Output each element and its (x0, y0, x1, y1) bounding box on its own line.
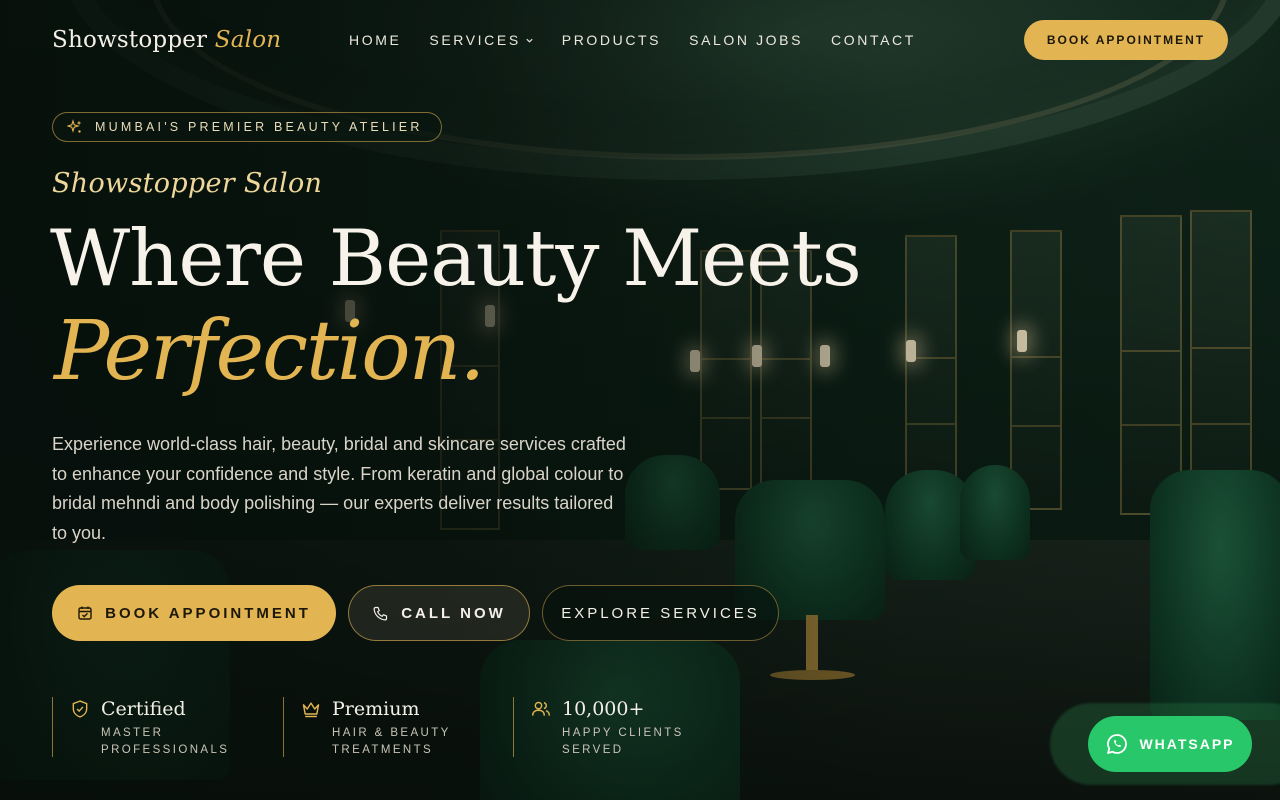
chevron-down-icon (526, 38, 533, 43)
hero-description: Experience world-class hair, beauty, bri… (52, 434, 626, 543)
stat-line-1: HAIR & BEAUTY (332, 727, 451, 739)
nav-item-services[interactable]: SERVICES (429, 32, 533, 48)
book-appointment-label: BOOK APPOINTMENT (105, 604, 311, 622)
stat-line-2: PROFESSIONALS (101, 744, 230, 756)
whatsapp-icon (1107, 734, 1128, 754)
stat-line-1: MASTER (101, 727, 164, 739)
stat-line-2: SERVED (562, 744, 624, 756)
whatsapp-button[interactable]: WHATSAPP (1088, 716, 1252, 772)
stat-premium: Premium HAIR & BEAUTY TREATMENTS (283, 697, 513, 757)
hero-badge: MUMBAI'S PREMIER BEAUTY ATELIER (52, 112, 442, 142)
call-now-button[interactable]: CALL NOW (348, 585, 530, 641)
stat-line-2: TREATMENTS (332, 744, 434, 756)
whatsapp-label: WHATSAPP (1139, 736, 1235, 752)
nav-item-contact[interactable]: CONTACT (831, 32, 916, 48)
brand-accent: Salon (214, 27, 282, 53)
call-now-label: CALL NOW (401, 604, 506, 622)
nav-item-home[interactable]: HOME (349, 32, 401, 48)
explore-services-label: EXPLORE SERVICES (561, 604, 760, 622)
nav-item-products[interactable]: PRODUCTS (562, 32, 661, 48)
stat-certified: Certified MASTER PROFESSIONALS (52, 697, 283, 757)
stat-title: 10,000+ (562, 698, 645, 720)
stat-title: Premium (332, 698, 420, 720)
sparkles-icon (67, 119, 82, 133)
stat-line-1: HAPPY CLIENTS (562, 727, 684, 739)
header-book-appointment-button[interactable]: BOOK APPOINTMENT (1024, 20, 1228, 60)
phone-icon (373, 606, 388, 620)
book-appointment-button[interactable]: BOOK APPOINTMENT (52, 585, 336, 641)
main-nav: HOME SERVICES PRODUCTS SALON JOBS CONTAC… (349, 20, 916, 60)
brand-logo[interactable]: Showstopper Salon (52, 27, 281, 53)
trust-stats: Certified MASTER PROFESSIONALS Premium H… (52, 697, 713, 757)
users-icon (531, 701, 551, 716)
site-header: Showstopper Salon HOME SERVICES PRODUCTS… (52, 20, 1228, 60)
stat-title: Certified (101, 698, 186, 720)
hero-badge-text: MUMBAI'S PREMIER BEAUTY ATELIER (95, 120, 423, 134)
calendar-check-icon (78, 606, 92, 620)
hero-headline: Where Beauty Meets (50, 214, 862, 304)
nav-item-salon-jobs[interactable]: SALON JOBS (689, 32, 803, 48)
hero-tagline: Showstopper Salon (52, 168, 323, 199)
explore-services-button[interactable]: EXPLORE SERVICES (542, 585, 779, 641)
stat-clients: 10,000+ HAPPY CLIENTS SERVED (513, 697, 713, 757)
crown-icon (302, 702, 320, 718)
hero-headline-accent: Perfection. (54, 304, 485, 399)
brand-name: Showstopper (52, 27, 208, 53)
shield-check-icon (72, 700, 88, 718)
